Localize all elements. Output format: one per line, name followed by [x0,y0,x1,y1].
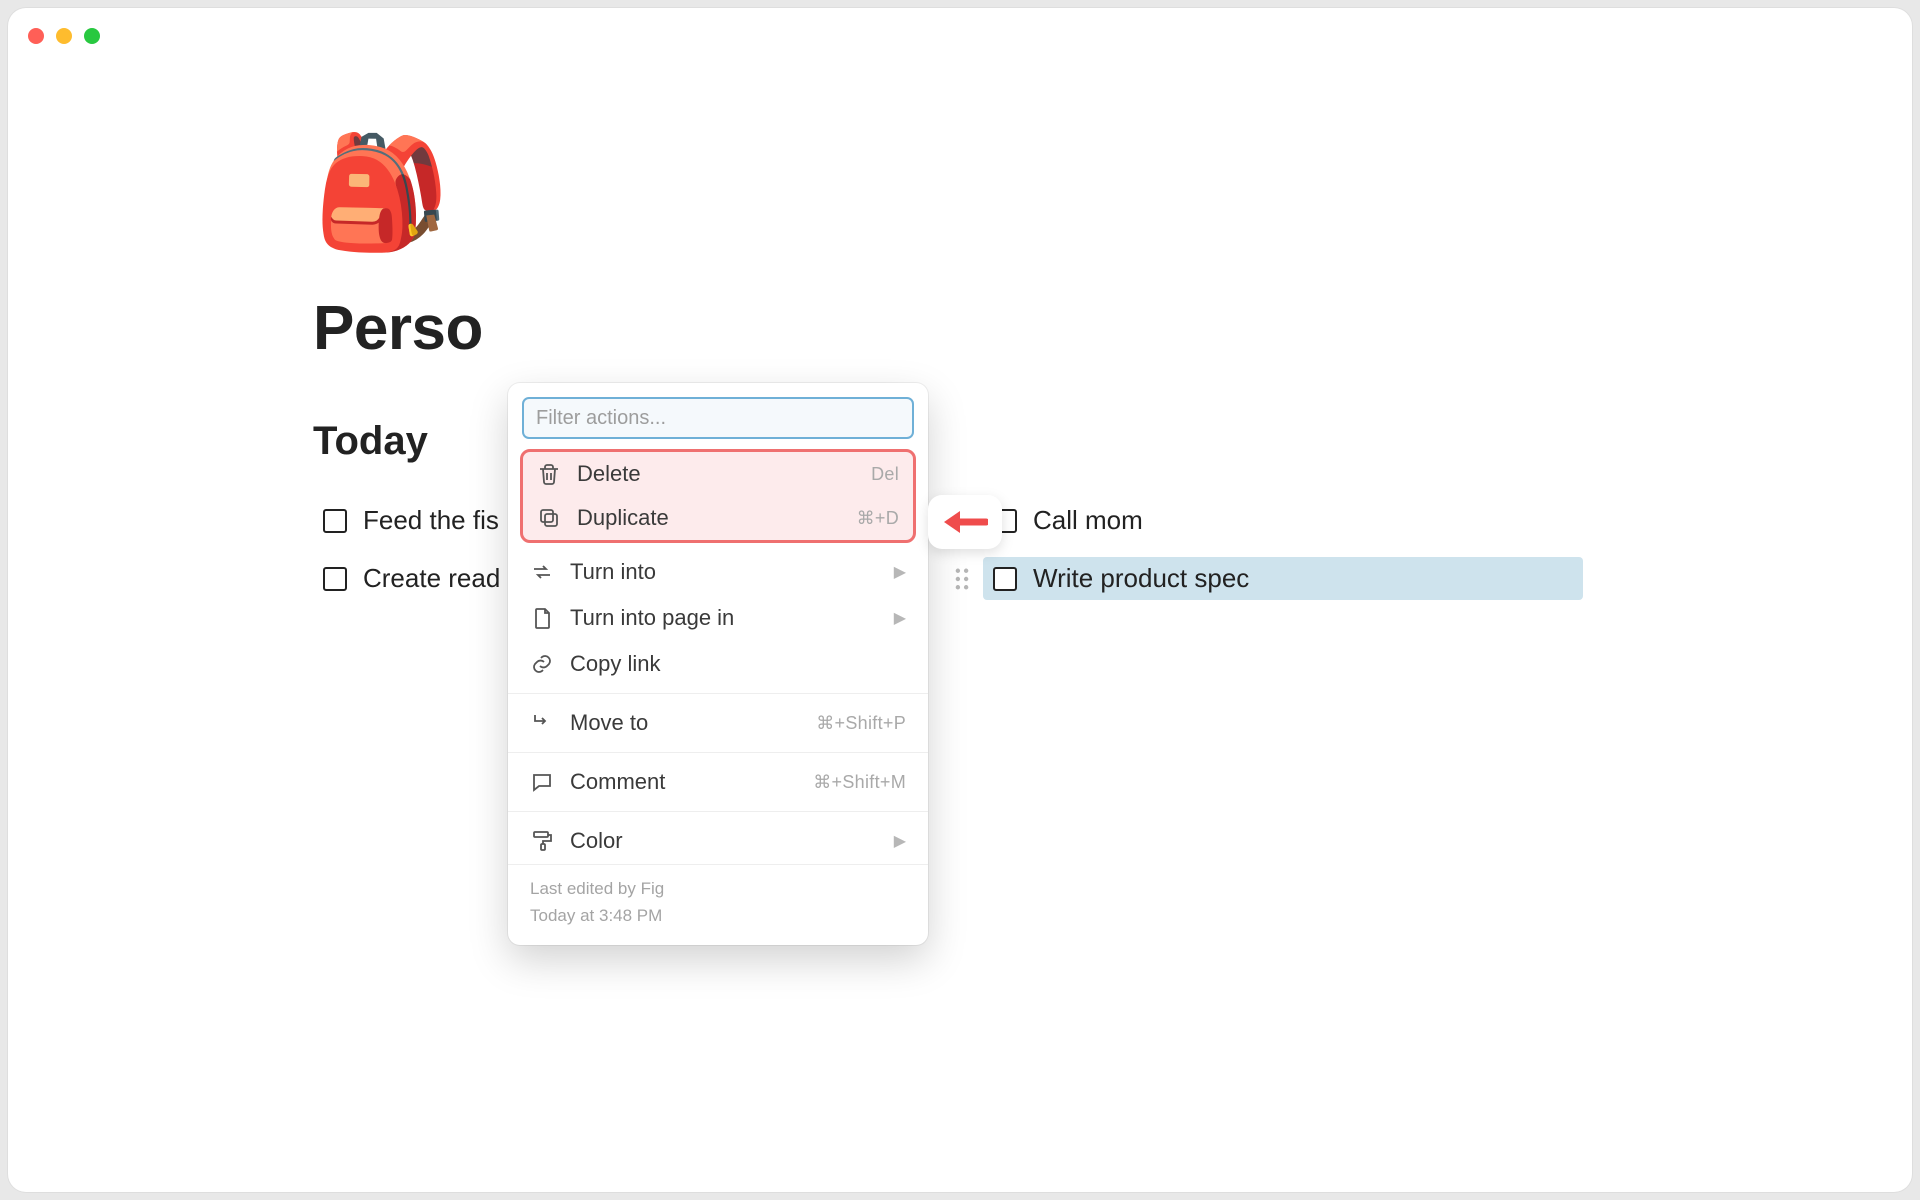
callout-arrow-icon [928,495,1002,549]
comment-icon [530,770,554,794]
menu-item-delete[interactable]: Delete Del [523,452,913,496]
window-close-button[interactable] [28,28,44,44]
task-label: Feed the fis [363,505,499,536]
checkbox-icon[interactable] [323,509,347,533]
link-icon [530,652,554,676]
menu-shortcut: ⌘+Shift+P [816,713,906,734]
last-edited-time: Today at 3:48 PM [530,902,906,929]
menu-footer: Last edited by Fig Today at 3:48 PM [508,864,928,945]
app-window: 🎒 Perso Today Feed the fis Call mom Crea… [8,8,1912,1192]
task-label: Write product spec [1033,563,1249,594]
window-minimize-button[interactable] [56,28,72,44]
trash-icon [537,462,561,486]
ml: Delete [577,461,855,487]
page-emoji-icon[interactable]: 🎒 [313,138,1792,248]
checkbox-icon[interactable] [993,567,1017,591]
page-title[interactable]: Perso [313,293,1792,364]
block-actions-menu: Delete Del Duplicate ⌘+D [508,383,928,945]
menu-item-color[interactable]: Color ▶ [508,818,928,864]
menu-item-copy-link[interactable]: Copy link [508,641,928,687]
drag-handle-icon[interactable] [955,568,969,590]
checkbox-icon[interactable] [323,567,347,591]
menu-item-move-to[interactable]: Move to ⌘+Shift+P [508,700,928,746]
page-icon [530,606,554,630]
menu-shortcut: Del [871,464,899,485]
swap-icon [530,560,554,584]
menu-divider [508,693,928,694]
task-item[interactable]: Call mom [983,499,1583,542]
menu-item-turn-into-page[interactable]: Turn into page in ▶ [508,595,928,641]
menu-item-comment[interactable]: Comment ⌘+Shift+M [508,759,928,805]
task-label: Create read [363,563,500,594]
traffic-lights [28,28,100,44]
highlighted-actions-group: Delete Del Duplicate ⌘+D [520,449,916,543]
menu-item-turn-into[interactable]: Turn into ▶ [508,549,928,595]
menu-shortcut: ⌘+D [857,508,899,529]
arrow-right-icon [530,711,554,735]
chevron-right-icon: ▶ [894,831,906,851]
last-edited-label: Last edited by Fig [530,875,906,902]
menu-shortcut: ⌘+Shift+M [813,772,906,793]
chevron-right-icon: ▶ [894,562,906,582]
task-label: Call mom [1033,505,1143,536]
menu-divider [508,752,928,753]
paint-roller-icon [530,829,554,853]
menu-divider [508,811,928,812]
task-item-selected[interactable]: Write product spec [983,557,1583,600]
duplicate-icon [537,506,561,530]
window-zoom-button[interactable] [84,28,100,44]
filter-actions-input[interactable] [522,397,914,439]
chevron-right-icon: ▶ [894,608,906,628]
menu-item-duplicate[interactable]: Duplicate ⌘+D [523,496,913,540]
